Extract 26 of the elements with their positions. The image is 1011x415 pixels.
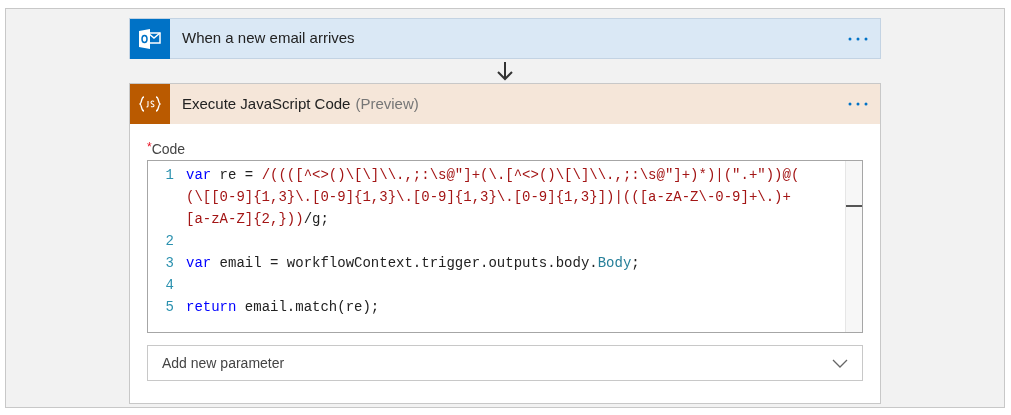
- mail-app-icon: [130, 18, 170, 59]
- field-label: Code: [151, 140, 186, 158]
- line-number: 4: [164, 276, 174, 295]
- code-line: return email.match(re);: [186, 298, 380, 317]
- scrollbar-track[interactable]: [845, 161, 862, 332]
- action-header[interactable]: Execute JavaScript Code (Preview): [130, 84, 880, 124]
- more-options-icon[interactable]: [848, 102, 868, 106]
- line-number: 3: [164, 254, 174, 273]
- trigger-card[interactable]: When a new email arrives: [129, 18, 881, 59]
- code-line: [a-zA-Z]{2,}))/g;: [186, 210, 330, 229]
- required-mark: *: [147, 140, 152, 154]
- code-line: (\[[0-9]{1,3}\.[0-9]{1,3}\.[0-9]{1,3}\.[0-9]{1,3}])|(([a-zA-Z\-0-9]+\.)+: [186, 188, 792, 207]
- code-line: var re = /((([^<>()\[\]\\.,;:\s@"]+(\.[^<>()\[\]\\.,;:\s@"]+)*)|(".+"))@(: [186, 166, 800, 185]
- more-options-icon[interactable]: [848, 36, 868, 41]
- down-arrow-icon: [496, 61, 514, 81]
- line-number: 2: [164, 232, 174, 251]
- line-number: 5: [164, 298, 174, 317]
- scrollbar-marker: [846, 205, 862, 207]
- chevron-down-icon: [832, 358, 848, 368]
- code-editor[interactable]: [147, 160, 863, 333]
- preview-tag: (Preview): [355, 92, 848, 116]
- action-title: Execute JavaScript Code: [182, 93, 351, 114]
- parameter-dropdown[interactable]: Add new parameter: [147, 345, 863, 381]
- code-line: var email = workflowContext.trigger.outputs.body.Body;: [186, 254, 640, 273]
- trigger-title: When a new email arrives: [182, 28, 356, 49]
- line-number: 1: [164, 166, 174, 185]
